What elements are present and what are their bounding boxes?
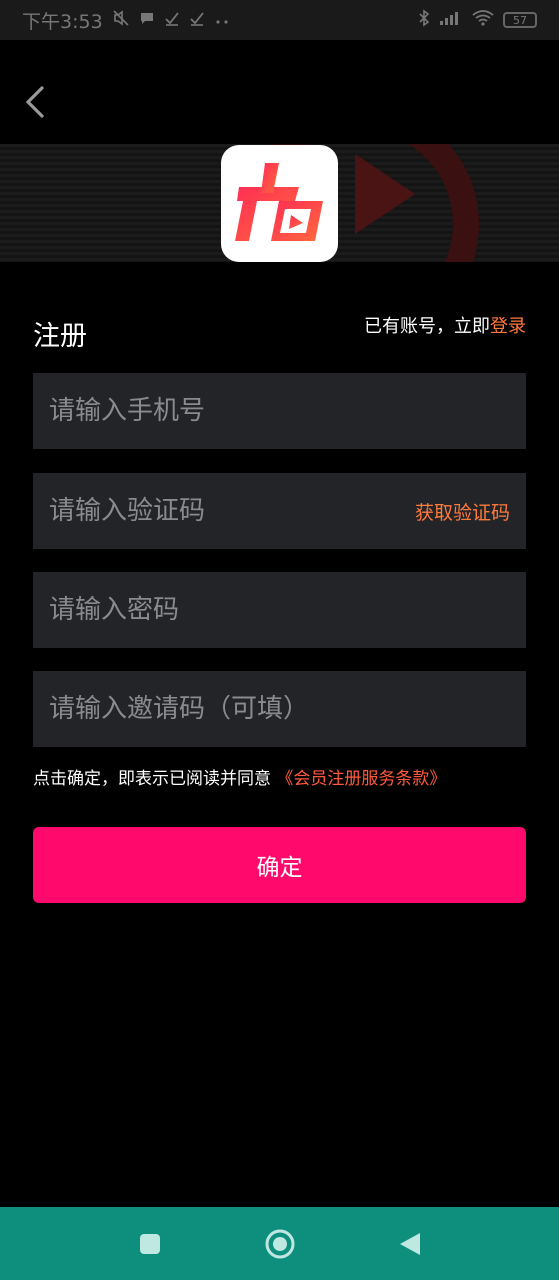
login-link[interactable]: 登录: [490, 316, 526, 337]
code-field[interactable]: 获取验证码: [33, 473, 526, 549]
recent-apps-icon[interactable]: [133, 1227, 167, 1261]
more-icon: [214, 9, 230, 31]
confirm-button[interactable]: 确定: [33, 827, 526, 903]
check-icon: [189, 9, 205, 31]
code-input[interactable]: [49, 496, 415, 526]
terms-text: 点击确定，即表示已阅读并同意: [33, 769, 271, 789]
chevron-left-icon[interactable]: [18, 82, 54, 122]
battery-icon: 57: [503, 12, 537, 28]
terms-link[interactable]: 《会员注册服务条款》: [276, 769, 446, 789]
status-time: 下午3:53: [22, 10, 103, 33]
home-icon[interactable]: [263, 1227, 297, 1261]
back-icon[interactable]: [393, 1227, 427, 1261]
login-hint: 已有账号，立即登录: [364, 312, 526, 338]
message-icon: [139, 9, 155, 31]
status-left: 下午3:53: [22, 7, 230, 34]
phone-field[interactable]: [33, 373, 526, 449]
invite-input[interactable]: [49, 694, 510, 724]
password-field[interactable]: [33, 572, 526, 648]
check-icon: [164, 9, 180, 31]
header: [0, 40, 559, 144]
status-bar: 下午3:53 57: [0, 0, 559, 40]
password-input[interactable]: [49, 595, 510, 625]
signal-icon: [439, 9, 463, 31]
terms: 点击确定，即表示已阅读并同意 《会员注册服务条款》: [33, 764, 446, 789]
login-hint-text: 已有账号，立即: [364, 316, 490, 337]
nav-bar: [0, 1207, 559, 1280]
mute-icon: [112, 9, 130, 32]
invite-field[interactable]: [33, 671, 526, 747]
bluetooth-icon: [418, 8, 430, 32]
get-code-button[interactable]: 获取验证码: [415, 498, 510, 525]
play-decoration: [355, 154, 415, 234]
status-right: 57: [418, 8, 537, 32]
wifi-icon: [472, 9, 494, 31]
app-logo-icon: [221, 145, 338, 262]
page-title: 注册: [33, 321, 87, 352]
phone-input[interactable]: [49, 396, 510, 426]
